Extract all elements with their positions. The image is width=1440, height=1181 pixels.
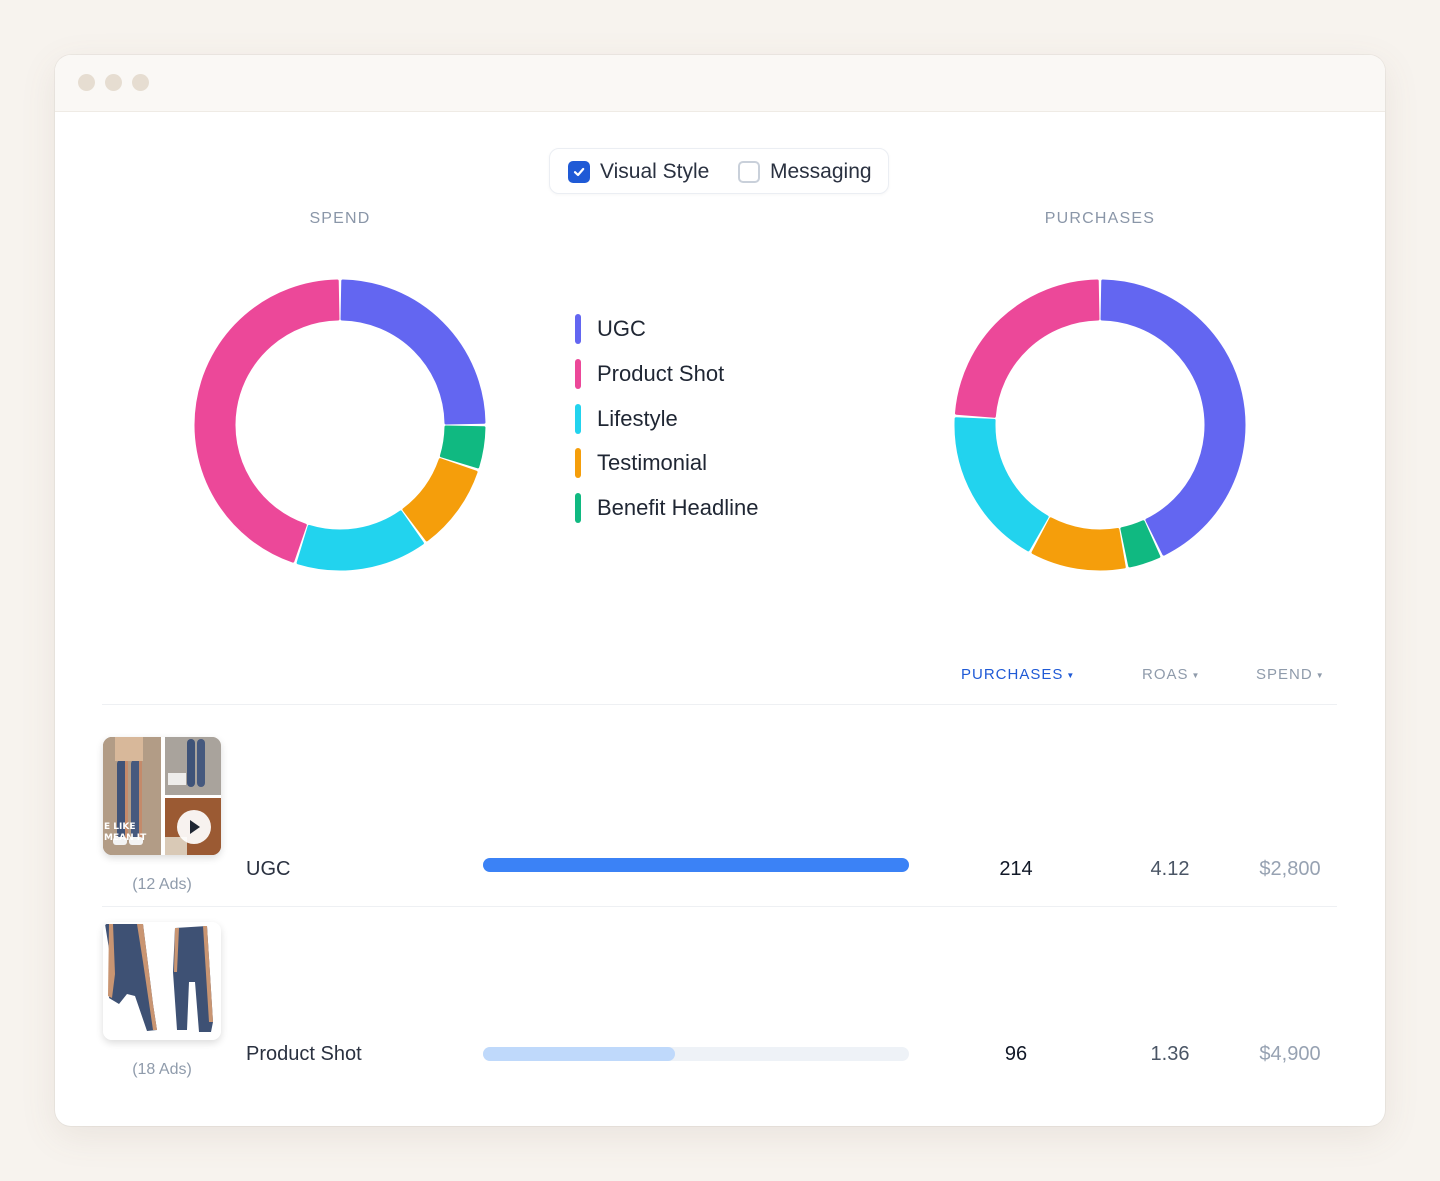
legend-item-lifestyle: Lifestyle xyxy=(575,396,758,441)
window-dot[interactable] xyxy=(105,74,122,91)
donut-slice-ugc[interactable] xyxy=(1100,279,1246,556)
legend-item-product-shot: Product Shot xyxy=(575,352,758,397)
messaging-checkbox[interactable]: Messaging xyxy=(738,149,872,195)
roas-value: 1.36 xyxy=(1150,1043,1190,1065)
purchases-donut-chart xyxy=(954,279,1246,571)
legend-swatch xyxy=(575,359,581,390)
checkbox-unchecked-icon[interactable] xyxy=(738,161,760,183)
donut-slice-product-shot[interactable] xyxy=(954,279,1100,418)
spend-donut-chart xyxy=(194,279,486,571)
donut-slice-product-shot[interactable] xyxy=(194,279,340,563)
spend-chart-title: SPEND xyxy=(309,210,371,227)
legend-swatch xyxy=(575,403,581,434)
column-header-roas[interactable]: ROAS ▼ xyxy=(1142,666,1200,683)
legend-label: UGC xyxy=(597,316,646,342)
messaging-label: Messaging xyxy=(770,160,872,183)
table-row[interactable]: E LIKE MEAN IT (12 Ads) UGC 214 4.12 $2,… xyxy=(102,705,1337,905)
svg-text:MEAN IT: MEAN IT xyxy=(104,833,147,843)
purchases-value: 214 xyxy=(999,858,1033,880)
legend-swatch xyxy=(575,314,581,345)
donut-slice-lifestyle[interactable] xyxy=(296,510,424,571)
ugc-collage-image: E LIKE MEAN IT xyxy=(103,737,221,855)
ugc-thumbnail[interactable]: E LIKE MEAN IT xyxy=(103,737,221,855)
legend-label: Lifestyle xyxy=(597,405,678,431)
row-label: UGC xyxy=(246,858,291,880)
checkbox-checked-icon[interactable] xyxy=(568,161,590,183)
purchases-chart-title: PURCHASES xyxy=(1044,210,1156,227)
column-header-label: SPEND xyxy=(1256,666,1313,683)
row-label: Product Shot xyxy=(246,1043,362,1065)
chart-legend: UGC Product Shot Lifestyle Testimonial B… xyxy=(575,307,758,530)
donut-slice-testimonial[interactable] xyxy=(402,458,478,542)
legend-label: Benefit Headline xyxy=(597,495,759,521)
svg-text:E LIKE: E LIKE xyxy=(104,822,136,832)
visual-style-checkbox[interactable]: Visual Style xyxy=(568,149,709,195)
ads-count: (18 Ads) xyxy=(132,1061,192,1078)
sort-caret-icon: ▼ xyxy=(1315,670,1325,680)
spend-value: $4,900 xyxy=(1259,1043,1321,1065)
column-header-purchases[interactable]: PURCHASES ▼ xyxy=(961,666,1075,683)
legend-swatch xyxy=(575,448,581,479)
sort-caret-icon: ▼ xyxy=(1191,670,1201,680)
category-toggle-group: Visual Style Messaging xyxy=(549,148,889,194)
window-dot[interactable] xyxy=(78,74,95,91)
window-dot[interactable] xyxy=(132,74,149,91)
donut-slice-ugc[interactable] xyxy=(340,279,486,425)
window-titlebar xyxy=(55,55,1385,112)
sort-caret-icon: ▼ xyxy=(1066,670,1076,680)
table-row[interactable]: (18 Ads) Product Shot 96 1.36 $4,900 xyxy=(102,907,1337,1107)
ads-count: (12 Ads) xyxy=(132,876,192,893)
column-header-spend[interactable]: SPEND ▼ xyxy=(1256,666,1325,683)
legend-label: Product Shot xyxy=(597,361,725,387)
product-shot-image xyxy=(103,922,221,1040)
app-window: Visual Style Messaging SPEND PURCHASES U… xyxy=(55,55,1385,1126)
purchases-bar-track xyxy=(483,1047,909,1061)
donut-slice-lifestyle[interactable] xyxy=(954,417,1049,552)
purchases-bar-fill xyxy=(483,858,909,872)
column-header-label: PURCHASES xyxy=(961,666,1064,683)
purchases-bar-track xyxy=(483,858,909,872)
product-shot-thumbnail[interactable] xyxy=(103,922,221,1040)
spend-value: $2,800 xyxy=(1259,858,1321,880)
column-header-label: ROAS xyxy=(1142,666,1189,683)
purchases-value: 96 xyxy=(1004,1043,1028,1065)
visual-style-label: Visual Style xyxy=(600,160,710,183)
roas-value: 4.12 xyxy=(1150,858,1190,880)
legend-item-ugc: UGC xyxy=(575,307,758,352)
legend-label: Testimonial xyxy=(597,450,708,476)
purchases-bar-fill xyxy=(483,1047,675,1061)
legend-item-benefit-headline: Benefit Headline xyxy=(575,486,758,531)
legend-swatch xyxy=(575,493,581,524)
donut-slice-testimonial[interactable] xyxy=(1031,517,1126,571)
legend-item-testimonial: Testimonial xyxy=(575,441,758,486)
